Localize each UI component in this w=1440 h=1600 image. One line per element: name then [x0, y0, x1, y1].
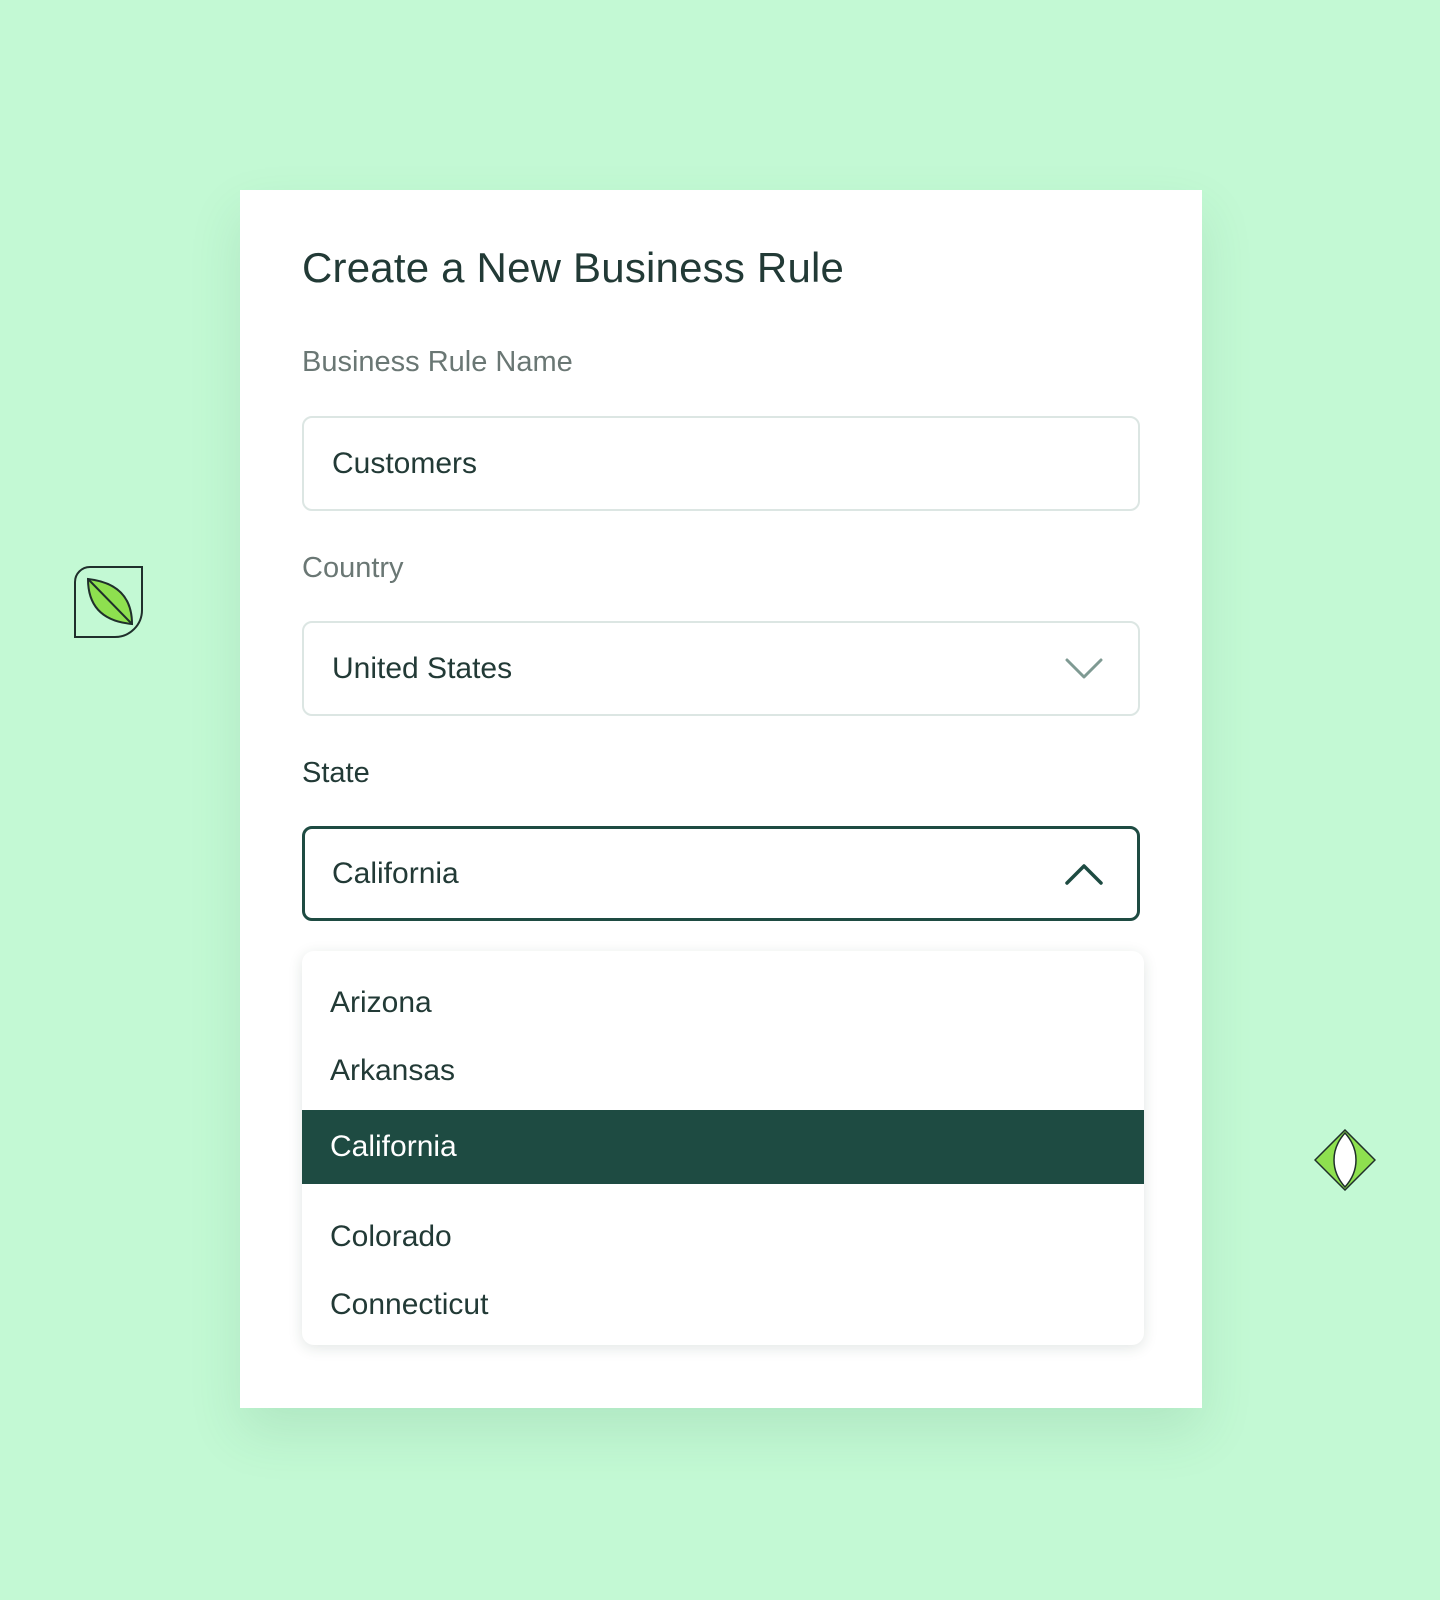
- state-option-colorado[interactable]: Colorado: [302, 1207, 1144, 1267]
- state-label: State: [302, 757, 370, 789]
- business-rule-name-value: Customers: [332, 446, 478, 480]
- country-select[interactable]: United States: [302, 621, 1140, 716]
- chevron-down-icon[interactable]: [1064, 655, 1104, 683]
- state-select[interactable]: California: [302, 826, 1140, 921]
- state-dropdown-list: Arizona Arkansas California Colorado Con…: [302, 951, 1144, 1345]
- state-value: California: [332, 856, 459, 890]
- country-label: Country: [302, 552, 404, 584]
- page-title: Create a New Business Rule: [302, 244, 845, 291]
- diamond-icon: [1313, 1128, 1377, 1192]
- state-option-connecticut[interactable]: Connecticut: [302, 1275, 1144, 1335]
- business-rule-name-input[interactable]: Customers: [302, 416, 1140, 511]
- business-rule-name-label: Business Rule Name: [302, 346, 573, 378]
- country-value: United States: [332, 651, 513, 685]
- state-option-california-selected[interactable]: California: [302, 1110, 1144, 1184]
- business-rule-card: Create a New Business Rule Business Rule…: [240, 190, 1202, 1408]
- state-option-arkansas[interactable]: Arkansas: [302, 1041, 1144, 1101]
- leaf-icon: [74, 566, 146, 638]
- state-option-arizona[interactable]: Arizona: [302, 973, 1144, 1033]
- chevron-up-icon[interactable]: [1064, 860, 1104, 888]
